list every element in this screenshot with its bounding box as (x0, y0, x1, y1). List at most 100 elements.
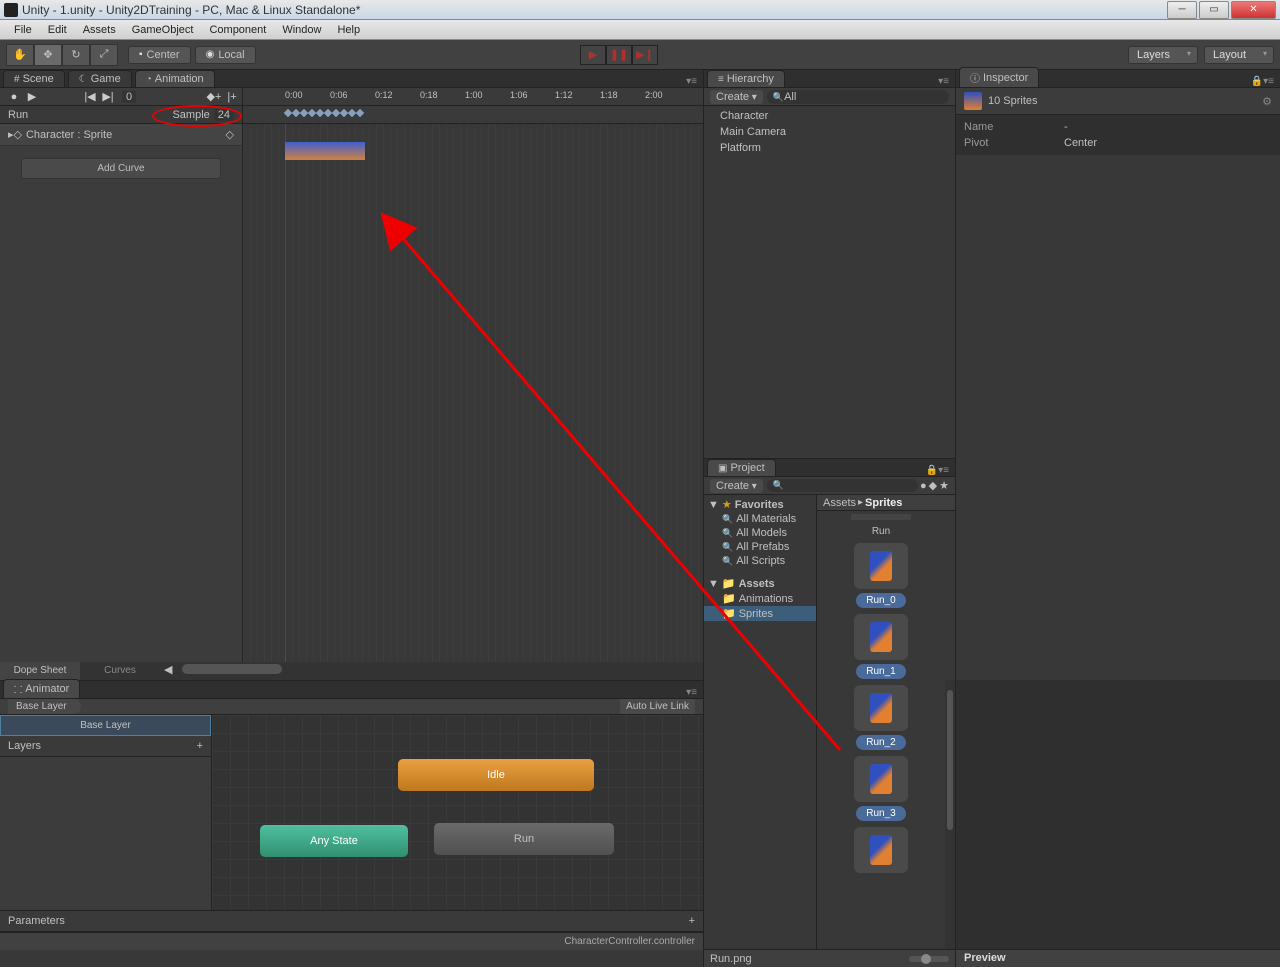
hand-tool[interactable]: ✋ (6, 44, 34, 66)
inspector-icon (964, 92, 982, 110)
add-layer-button[interactable]: + (197, 740, 203, 752)
add-key-button[interactable]: ◆+ (206, 90, 222, 104)
animator-options[interactable]: ▾≡ (686, 687, 697, 698)
state-idle[interactable]: Idle (398, 759, 594, 791)
tab-inspector[interactable]: ⓘ Inspector (959, 67, 1039, 87)
tab-project[interactable]: ▣ Project (707, 459, 776, 476)
title-bar: Unity - 1.unity - Unity2DTraining - PC, … (0, 0, 1280, 20)
layer-item[interactable]: Base Layer (0, 715, 211, 736)
playhead[interactable] (285, 124, 286, 662)
run-asset-slider[interactable] (851, 514, 911, 520)
name-label: Name (964, 121, 1064, 133)
hierarchy-search[interactable]: 🔍All (767, 90, 949, 104)
project-tree: ▼★Favorites 🔍All Materials 🔍All Models 🔍… (704, 495, 817, 680)
add-event-button[interactable]: |+ (224, 90, 240, 104)
menu-edit[interactable]: Edit (40, 24, 75, 36)
preview-header[interactable]: Preview (956, 949, 1280, 967)
tab-options[interactable]: ▾≡ (686, 76, 697, 87)
filter-icon[interactable]: ★ (939, 479, 949, 492)
tab-hierarchy[interactable]: ≡ Hierarchy (707, 70, 785, 87)
keyframe-row[interactable] (285, 110, 364, 116)
tab-scene[interactable]: # Scene (3, 70, 65, 87)
state-run[interactable]: Run (434, 823, 614, 855)
project-create[interactable]: Create ▾ (710, 479, 763, 493)
timeline-scroll[interactable]: ◀ (160, 662, 703, 676)
hierarchy-create[interactable]: Create ▾ (710, 90, 763, 104)
minimize-button[interactable]: ─ (1167, 1, 1197, 19)
filter-icon[interactable]: ● (920, 480, 927, 492)
toolbar: ✋ ✥ ↻ ⤢ ▪ Center ◉ Local ▶ ❚❚ ▶❙ Layers … (0, 40, 1280, 70)
hierarchy-list: Character Main Camera Platform (704, 106, 955, 458)
sprite-item[interactable]: Run_2 (854, 685, 908, 750)
fav-item[interactable]: 🔍All Prefabs (704, 540, 816, 554)
animator-graph[interactable]: Idle Any State Run (212, 715, 703, 910)
layers-dropdown[interactable]: Layers (1128, 46, 1198, 64)
move-tool[interactable]: ✥ (34, 44, 62, 66)
rotate-tool[interactable]: ↻ (62, 44, 90, 66)
project-options[interactable]: 🔒▾≡ (926, 465, 949, 476)
sprite-item[interactable]: Run_1 (854, 614, 908, 679)
tab-animator[interactable]: ⸬ Animator (3, 679, 80, 698)
add-param-button[interactable]: + (689, 915, 695, 927)
fav-item[interactable]: 🔍All Materials (704, 512, 816, 526)
folder-item-selected[interactable]: 📁Sprites (704, 606, 816, 621)
space-local-toggle[interactable]: ◉ Local (195, 46, 256, 64)
scale-tool[interactable]: ⤢ (90, 44, 118, 66)
fav-item[interactable]: 🔍All Scripts (704, 554, 816, 568)
menu-component[interactable]: Component (201, 24, 274, 36)
auto-live-link[interactable]: Auto Live Link (620, 699, 695, 714)
tab-animation[interactable]: ◔ Animation (135, 70, 215, 87)
layer-breadcrumb[interactable]: Base Layer (8, 699, 81, 714)
sprite-item[interactable]: Run_3 (854, 756, 908, 821)
name-value: - (1064, 121, 1068, 133)
hierarchy-item[interactable]: Main Camera (704, 124, 955, 140)
play-button[interactable]: ▶ (580, 45, 606, 65)
timeline-ruler[interactable]: 0:00 0:06 0:12 0:18 1:00 1:06 1:12 1:18 … (243, 88, 703, 105)
frame-field[interactable]: 0 (122, 91, 136, 103)
menu-assets[interactable]: Assets (75, 24, 124, 36)
sample-value[interactable]: 24 (214, 109, 234, 121)
layout-dropdown[interactable]: Layout (1204, 46, 1274, 64)
state-any[interactable]: Any State (260, 825, 408, 857)
menu-window[interactable]: Window (274, 24, 329, 36)
close-button[interactable]: ✕ (1231, 1, 1276, 19)
run-asset-label[interactable]: Run (851, 526, 911, 537)
step-button[interactable]: ▶❙ (632, 45, 658, 65)
timeline-area[interactable] (243, 124, 703, 662)
inspector-options[interactable]: 🔒▾≡ (1251, 76, 1274, 87)
prev-key-button[interactable]: |◀ (82, 90, 98, 104)
fav-item[interactable]: 🔍All Models (704, 526, 816, 540)
animator-status: CharacterController.controller (564, 936, 695, 947)
folder-item[interactable]: 📁Animations (704, 591, 816, 606)
sprite-item[interactable] (854, 827, 908, 873)
tab-game[interactable]: ☾ Game (68, 70, 132, 87)
add-curve-button[interactable]: Add Curve (21, 158, 221, 179)
menu-gameobject[interactable]: GameObject (124, 24, 202, 36)
pivot-center-toggle[interactable]: ▪ Center (128, 46, 191, 64)
pause-button[interactable]: ❚❚ (606, 45, 632, 65)
anim-play-button[interactable]: ▶ (24, 90, 40, 104)
clip-dropdown[interactable]: Run (0, 109, 150, 121)
project-search[interactable]: 🔍 (767, 479, 918, 492)
left-tabs: # Scene ☾ Game ◔ Animation ▾≡ (0, 70, 703, 88)
scrollbar[interactable] (945, 680, 955, 949)
hierarchy-options[interactable]: ▾≡ (938, 76, 949, 87)
assets-header[interactable]: ▼📁Assets (704, 576, 816, 591)
hierarchy-item[interactable]: Character (704, 108, 955, 124)
sprite-preview-strip (285, 142, 365, 160)
maximize-button[interactable]: ▭ (1199, 1, 1229, 19)
filter-icon[interactable]: ◆ (929, 479, 937, 492)
thumbnail-size-slider[interactable] (909, 956, 949, 962)
property-row[interactable]: ▸◇Character : Sprite◇ (0, 124, 242, 146)
sprite-item[interactable]: Run_0 (854, 543, 908, 608)
menu-file[interactable]: File (6, 24, 40, 36)
dope-sheet-tab[interactable]: Dope Sheet (0, 662, 80, 680)
gear-icon[interactable]: ⚙ (1262, 95, 1272, 108)
favorites-header[interactable]: ▼★Favorites (704, 497, 816, 512)
hierarchy-item[interactable]: Platform (704, 140, 955, 156)
curves-tab[interactable]: Curves (80, 662, 160, 680)
next-key-button[interactable]: ▶| (100, 90, 116, 104)
window-title: Unity - 1.unity - Unity2DTraining - PC, … (22, 3, 1165, 17)
record-button[interactable]: ● (6, 90, 22, 104)
menu-help[interactable]: Help (329, 24, 368, 36)
